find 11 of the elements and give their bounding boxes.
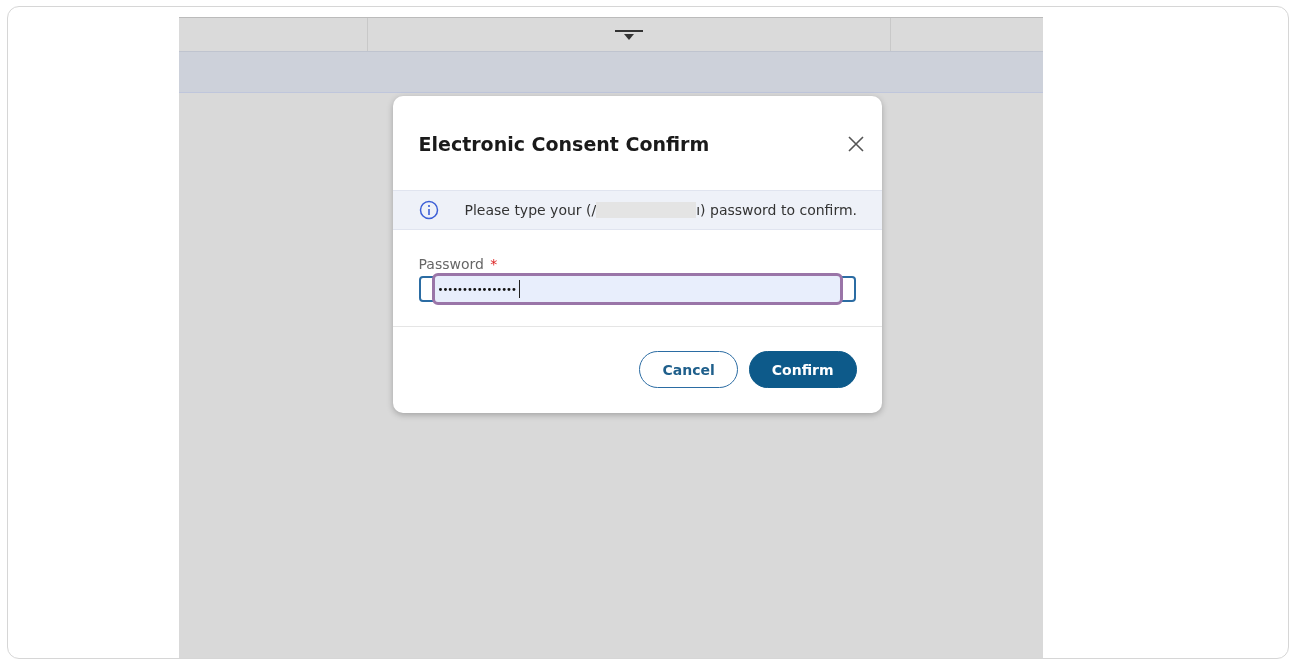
- cancel-button[interactable]: Cancel: [639, 351, 738, 388]
- password-field[interactable]: ••••••••••••••••: [431, 273, 843, 305]
- required-mark: *: [490, 256, 498, 272]
- info-text: ı) password to confirm.: [696, 202, 857, 218]
- dialog-title: Electronic Consent Confirm: [418, 133, 710, 155]
- filter-icon[interactable]: [613, 27, 644, 42]
- info-text: Please type your (/: [464, 202, 597, 218]
- confirm-button[interactable]: Confirm: [748, 351, 857, 388]
- info-icon: [418, 200, 439, 220]
- field-label: Password: [418, 256, 484, 272]
- close-icon[interactable]: [847, 136, 864, 152]
